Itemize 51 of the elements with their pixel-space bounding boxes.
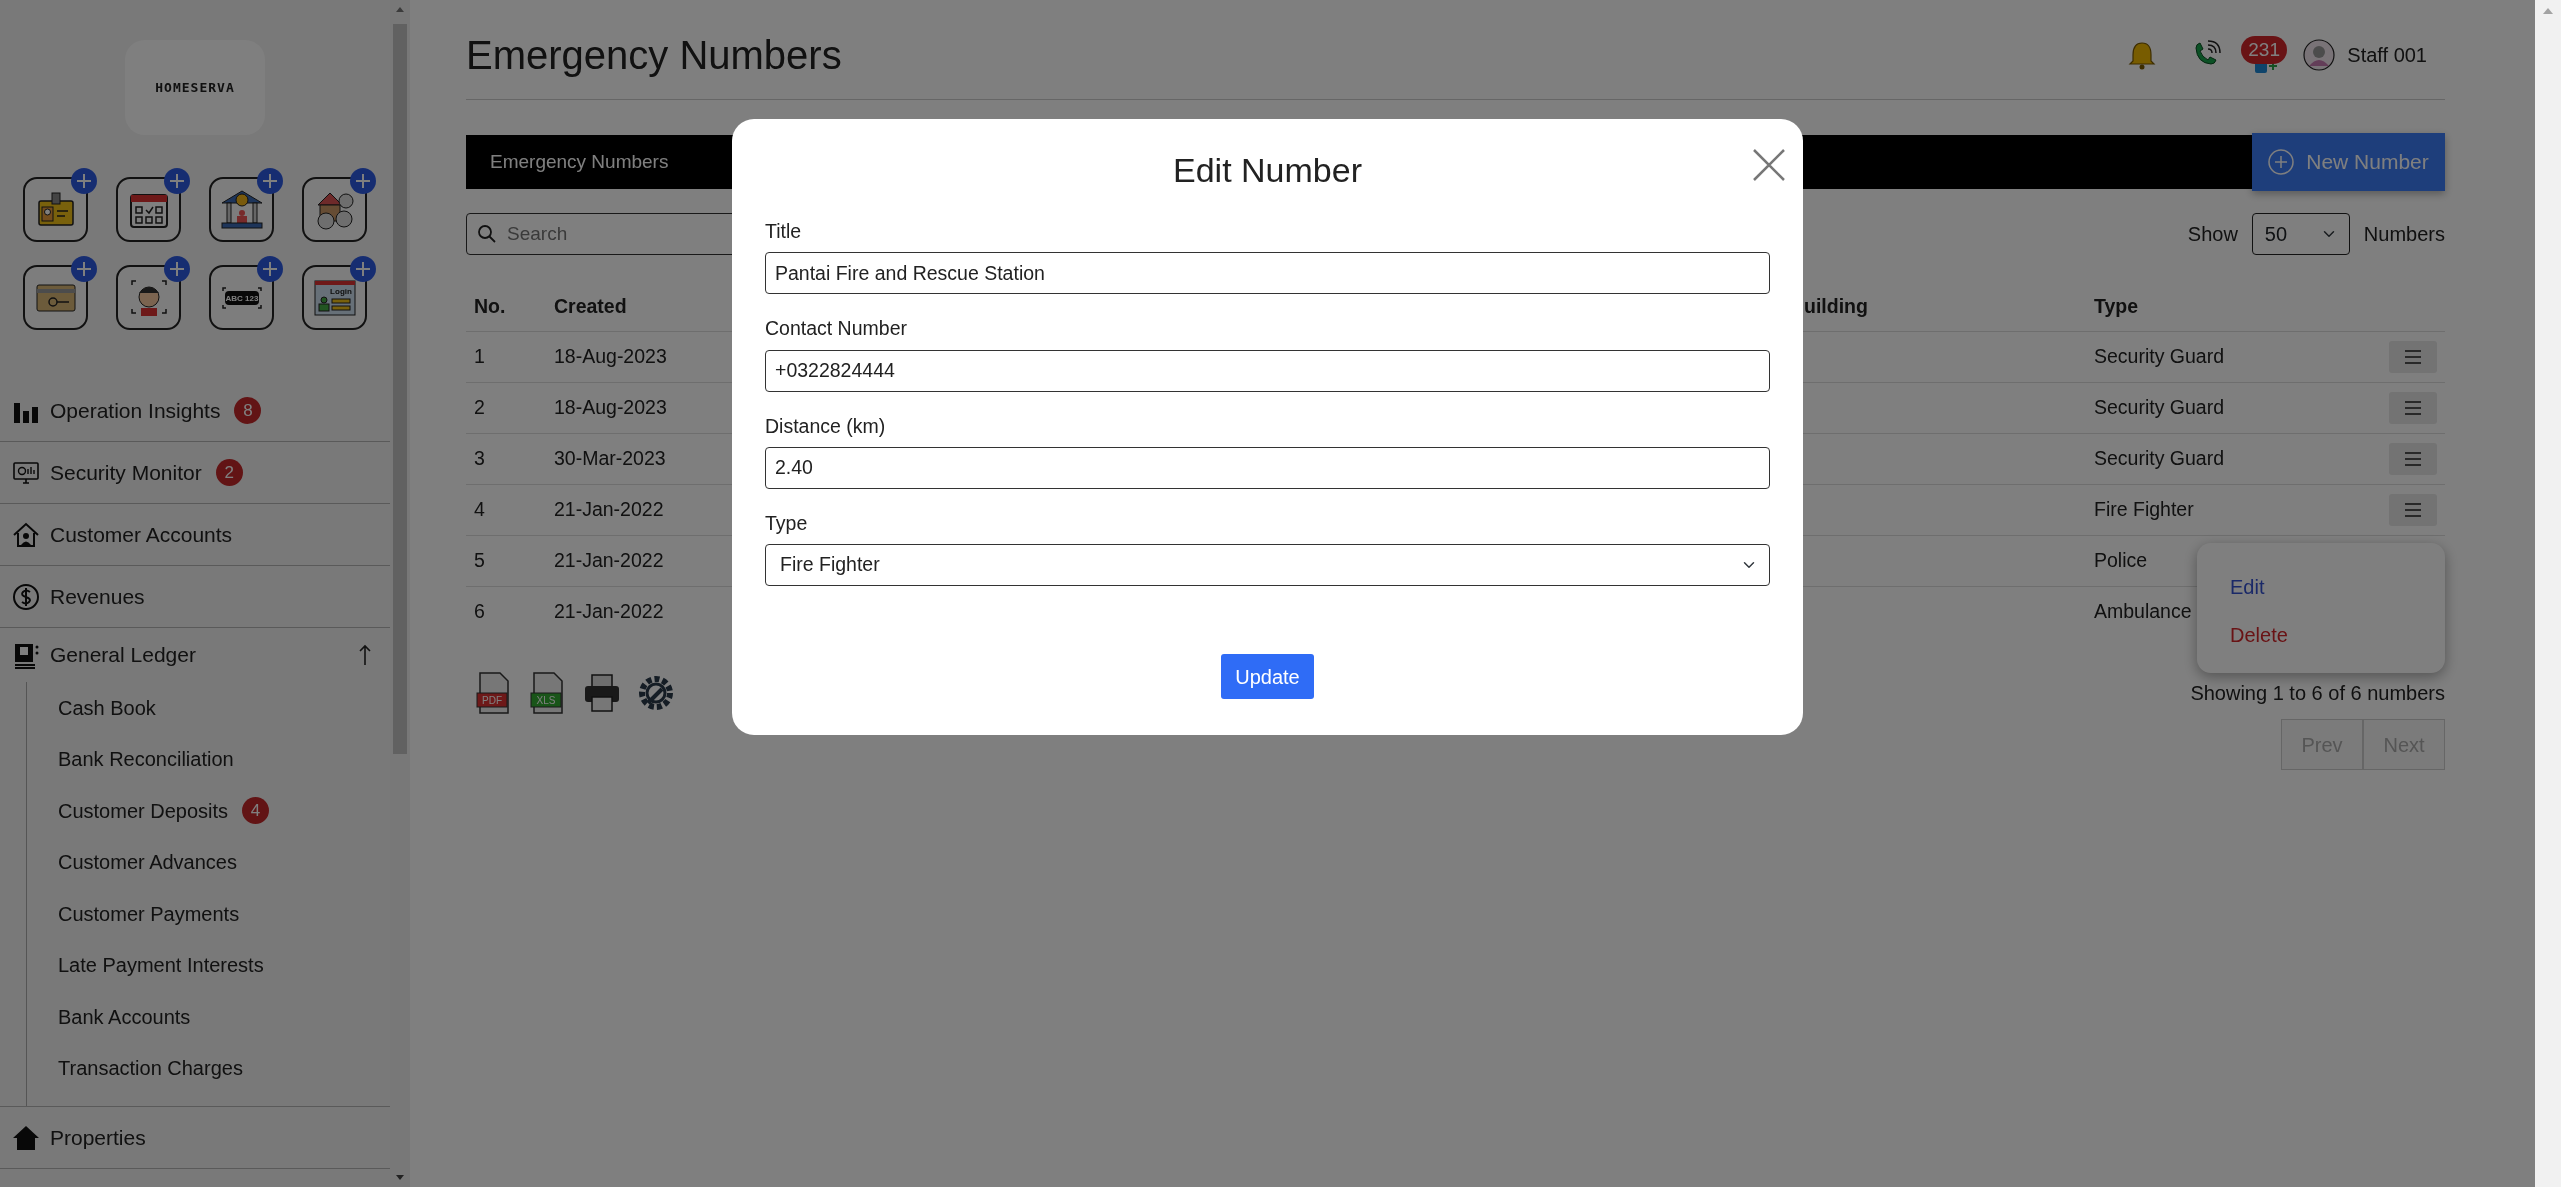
sidebar-item-label: Security Monitor [50, 459, 202, 486]
table-cell-text: Ambulance [2093, 599, 2192, 625]
sidebar-item-label: General Ledger [50, 642, 196, 669]
count-badge: 8 [234, 397, 262, 424]
sidebar-item-label: Operation Insights [50, 397, 221, 424]
field-label: Distance (km) [765, 413, 887, 439]
table-cell-text: 21-Jan-2022 [553, 548, 664, 574]
show-label: Show [2187, 222, 2238, 247]
table-cell-text: 3 [473, 446, 485, 472]
logo: HOMESERVA [125, 40, 265, 135]
sidebar-subitem-label: Customer Payments [58, 901, 240, 927]
table-cell-text: 21-Jan-2022 [553, 497, 664, 523]
sidebar-subitem-label: Transaction Charges [58, 1056, 243, 1082]
column-header: uilding [1803, 294, 1868, 320]
field-label: Title [765, 219, 803, 244]
user-name: Staff 001 [2347, 42, 2427, 68]
sidebar-subitem-label: Customer Advances [58, 850, 237, 876]
field-label: Contact Number [765, 316, 908, 342]
table-cell-text: 6 [473, 599, 485, 625]
sidebar-subitem-label: Bank Accounts [58, 1004, 191, 1030]
sidebar-subitem-label: Cash Book [58, 695, 156, 721]
count-badge: 231 [2241, 35, 2287, 64]
page-title: Emergency Numbers [466, 31, 842, 79]
table-cell-text: 30-Mar-2023 [553, 446, 666, 472]
table-cell-text: 18-Aug-2023 [553, 395, 667, 421]
results-summary: Showing 1 to 6 of 6 numbers [2190, 681, 2445, 706]
sidebar-item-label: Properties [50, 1124, 146, 1151]
table-cell-text: Fire Fighter [2093, 497, 2194, 523]
column-header: Created [553, 294, 627, 320]
sidebar-subitem-label: Customer Deposits [58, 798, 229, 824]
count-badge: 4 [242, 797, 270, 825]
table-cell-text: 18-Aug-2023 [553, 344, 667, 370]
field-label: Type [765, 510, 809, 536]
table-cell-text: 21-Jan-2022 [553, 599, 664, 625]
table-cell-text: 2 [473, 395, 485, 421]
sidebar-item-label: Revenues [50, 583, 145, 610]
column-header: Type [2093, 294, 2139, 320]
count-badge: 2 [215, 459, 243, 486]
table-cell-text: 4 [473, 497, 485, 523]
sidebar-subitem-label: Bank Reconciliation [58, 747, 234, 773]
table-cell-text: Security Guard [2093, 344, 2225, 370]
numbers-label: Numbers [2363, 222, 2445, 247]
table-cell-text: 5 [473, 548, 485, 574]
dialog-title: Edit Number [1172, 150, 1363, 191]
table-cell-text: Security Guard [2093, 446, 2225, 472]
sidebar-subitem-label: Late Payment Interests [58, 953, 264, 979]
sidebar-item-label: Customer Accounts [50, 521, 233, 548]
table-cell-text: 1 [473, 344, 485, 370]
table-cell-text: Security Guard [2093, 395, 2225, 421]
table-cell-text: Police [2093, 548, 2148, 574]
column-header: No. [473, 294, 506, 320]
